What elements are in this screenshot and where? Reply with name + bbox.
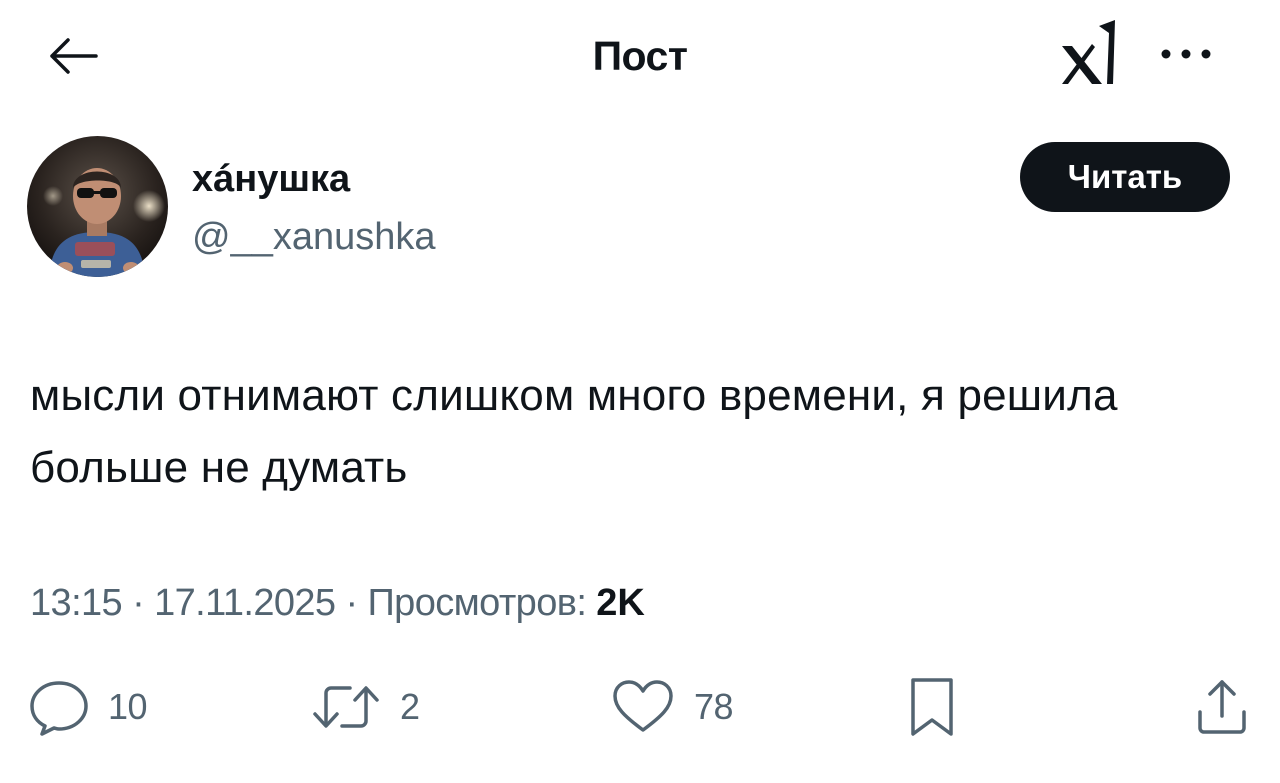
more-button[interactable] [1150, 32, 1222, 76]
follow-button[interactable]: Читать [1020, 142, 1230, 212]
meta-separator: · [345, 582, 358, 624]
reply-count: 10 [108, 686, 148, 727]
display-name[interactable]: xáнушка [192, 156, 350, 202]
more-dots-icon [1161, 49, 1211, 59]
share-button[interactable] [1192, 672, 1252, 742]
retweet-button[interactable]: 2 [310, 672, 420, 742]
post-time[interactable]: 13:15 [30, 582, 123, 624]
views-count: 2K [596, 582, 645, 624]
back-button[interactable] [40, 28, 104, 84]
arrow-left-icon [50, 38, 98, 74]
reply-button[interactable]: 10 [28, 672, 148, 742]
views-label: Просмотров: [367, 582, 587, 624]
bookmark-button[interactable] [904, 672, 960, 742]
like-button[interactable]: 78 [610, 672, 734, 742]
post-text: мысли отнимают слишком много времени, я … [30, 371, 1118, 492]
x-logo [1052, 16, 1126, 90]
heart-icon [613, 680, 673, 732]
bookmark-icon [911, 678, 953, 736]
reply-icon [30, 681, 88, 736]
retweet-count: 2 [400, 686, 420, 727]
avatar[interactable] [27, 136, 168, 277]
user-handle[interactable]: @__xanushka [192, 214, 436, 260]
post-meta: 13:15 · 17.11.2025 · Просмотров: 2K [30, 578, 645, 628]
meta-separator: · [132, 582, 145, 624]
like-count: 78 [694, 686, 734, 727]
share-icon [1198, 680, 1246, 734]
post-date[interactable]: 17.11.2025 [154, 582, 336, 624]
retweet-icon [313, 686, 379, 728]
